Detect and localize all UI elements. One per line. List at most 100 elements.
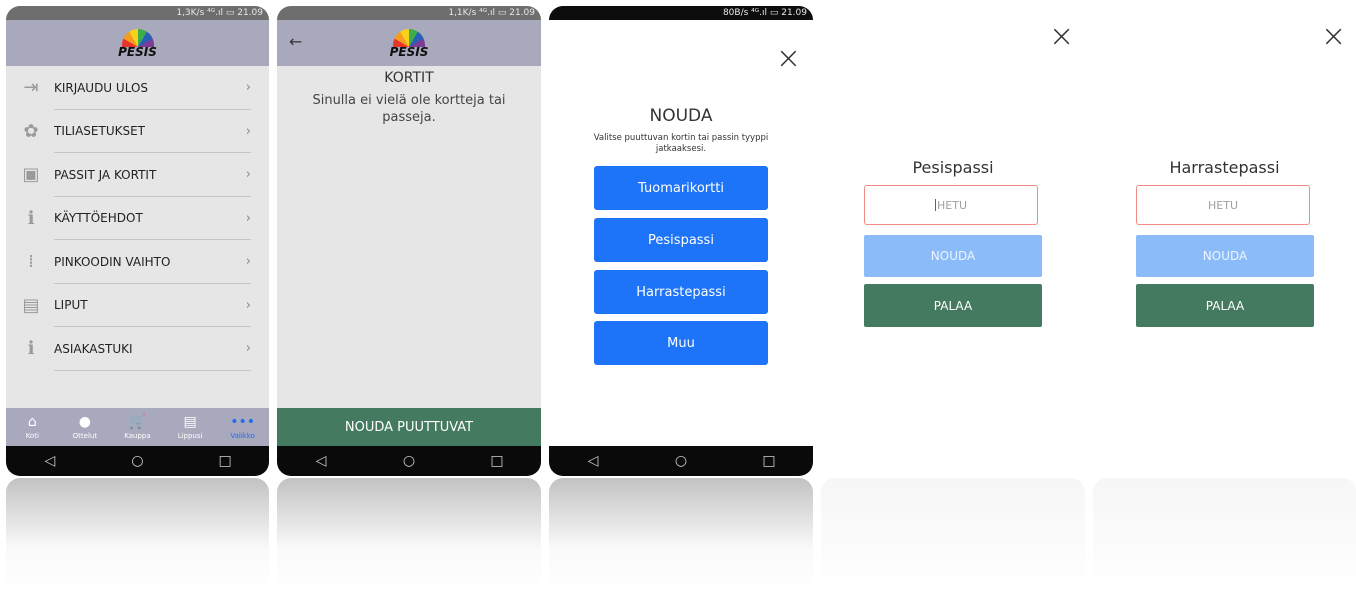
phone-menu-screen: 1,3K/s ⁴ᴳ.ıl ▭ 21.09 PESIS ⇥ KIRJAUDU UL… <box>6 6 269 476</box>
nav-home-icon[interactable]: ○ <box>399 453 419 469</box>
app-header: ← PESIS <box>277 20 541 66</box>
menu-item-label: TILIASETUKSET <box>54 124 146 139</box>
tab-label: Valikko <box>230 432 255 440</box>
fetch-missing-button[interactable]: NOUDA PUUTTUVAT <box>277 408 541 446</box>
back-arrow-icon[interactable]: ← <box>289 32 302 51</box>
nav-home-icon[interactable]: ○ <box>127 453 147 469</box>
nav-recents-icon[interactable]: □ <box>487 453 507 469</box>
logout-icon: ⇥ <box>23 77 39 99</box>
phone-fetch-screen: 80B/s ⁴ᴳ.ıl ▭ 21.09 × NOUDA Valitse puut… <box>549 6 813 476</box>
bottom-tab-bar: ⌂ Koti ● Ottelut 🛒 Kauppa ▤ Lippusi ••• … <box>6 408 269 446</box>
nav-back-icon[interactable]: ◁ <box>40 453 60 469</box>
back-button[interactable]: PALAA <box>1136 284 1314 327</box>
status-bar: 1,3K/s ⁴ᴳ.ıl ▭ 21.09 <box>6 6 269 20</box>
tab-shop[interactable]: 🛒 Kauppa <box>112 408 162 446</box>
chevron-right-icon: › <box>245 254 251 270</box>
hetu-input[interactable]: HETU <box>1136 185 1310 225</box>
gear-icon: ✿ <box>23 120 39 142</box>
menu-item-account-settings[interactable]: ✿ TILIASETUKSET › <box>6 110 269 154</box>
form-title: Harrastepassi <box>1169 158 1280 177</box>
tab-label: Kauppa <box>124 432 151 440</box>
tab-menu[interactable]: ••• Valikko <box>218 408 268 446</box>
tab-label: Ottelut <box>72 432 98 440</box>
form-reflection <box>821 478 1085 596</box>
chevron-right-icon: › <box>245 167 251 183</box>
menu-item-tickets[interactable]: ▤ LIPUT › <box>6 284 269 328</box>
hetu-input[interactable]: HETU <box>864 185 1038 225</box>
hobby-pass-button[interactable]: Harrastepassi <box>594 270 768 314</box>
phone-reflection <box>549 478 813 596</box>
text-cursor <box>935 199 936 211</box>
logo-fan-icon <box>393 28 425 47</box>
android-nav-bar: ◁ ○ □ <box>6 446 269 476</box>
close-icon[interactable]: × <box>1049 22 1074 52</box>
close-icon[interactable]: × <box>1321 22 1346 52</box>
android-nav-bar: ◁ ○ □ <box>549 446 813 476</box>
tab-home[interactable]: ⌂ Koti <box>7 408 57 446</box>
nav-home-icon[interactable]: ○ <box>671 453 691 469</box>
ticket-icon: ▤ <box>183 414 197 430</box>
settings-menu: ⇥ KIRJAUDU ULOS › ✿ TILIASETUKSET › ▣ PA… <box>6 66 269 371</box>
status-bar: 80B/s ⁴ᴳ.ıl ▭ 21.09 <box>549 6 813 20</box>
logo-fan-icon <box>121 28 154 47</box>
empty-message: Sinulla ei vielä ole kortteja tai passej… <box>312 93 506 125</box>
phone-reflection <box>277 478 541 596</box>
pesis-pass-form: × Pesispassi HETU NOUDA PALAA <box>821 0 1085 476</box>
menu-item-logout[interactable]: ⇥ KIRJAUDU ULOS › <box>6 66 269 110</box>
pesis-pass-button[interactable]: Pesispassi <box>594 218 768 262</box>
phone-reflection <box>6 478 269 596</box>
nav-recents-icon[interactable]: □ <box>759 453 779 469</box>
page-title: KORTIT <box>384 70 434 86</box>
keypad-icon: ⁞ <box>28 251 34 273</box>
tab-tickets[interactable]: ▤ Lippusi <box>165 408 215 446</box>
logo-text: PESIS <box>118 44 157 59</box>
pesis-logo: PESIS <box>389 28 429 59</box>
nav-back-icon[interactable]: ◁ <box>311 453 331 469</box>
form-reflection <box>1093 478 1356 596</box>
fetch-button[interactable]: NOUDA <box>1136 235 1314 277</box>
home-icon: ⌂ <box>27 414 37 430</box>
logo-text: PESIS <box>389 44 429 59</box>
menu-item-support[interactable]: ℹ ASIAKASTUKI › <box>6 327 269 371</box>
chevron-right-icon: › <box>245 210 251 226</box>
nav-back-icon[interactable]: ◁ <box>583 453 603 469</box>
menu-item-pin-change[interactable]: ⁞ PINKOODIN VAIHTO › <box>6 240 269 284</box>
pesis-logo: PESIS <box>118 28 157 59</box>
tab-label: Lippusi <box>177 432 203 440</box>
page-title: NOUDA <box>649 106 713 126</box>
close-icon[interactable]: × <box>776 44 801 74</box>
menu-item-label: PINKOODIN VAIHTO <box>54 254 171 269</box>
chevron-right-icon: › <box>245 297 251 313</box>
tab-matches[interactable]: ● Ottelut <box>60 408 110 446</box>
hetu-placeholder: HETU <box>1208 198 1238 212</box>
ball-icon: ● <box>78 414 91 430</box>
chevron-right-icon: › <box>245 123 251 139</box>
app-header: PESIS <box>6 20 269 66</box>
menu-item-label: KIRJAUDU ULOS <box>54 80 149 95</box>
info-icon: ℹ <box>27 207 35 229</box>
fetch-button[interactable]: NOUDA <box>864 235 1042 277</box>
menu-item-label: PASSIT JA KORTIT <box>54 167 157 182</box>
menu-item-label: KÄYTTÖEHDOT <box>54 211 143 226</box>
back-button[interactable]: PALAA <box>864 284 1042 327</box>
phone-cards-screen: 1,1K/s ⁴ᴳ.ıl ▭ 21.09 ← PESIS KORTIT Sinu… <box>277 6 541 476</box>
more-icon: ••• <box>230 414 256 430</box>
android-nav-bar: ◁ ○ □ <box>277 446 541 476</box>
hobby-pass-form: × Harrastepassi HETU NOUDA PALAA <box>1093 0 1356 476</box>
info-icon: ℹ <box>27 338 35 360</box>
hetu-placeholder: HETU <box>937 198 967 212</box>
other-button[interactable]: Muu <box>594 321 768 365</box>
form-title: Pesispassi <box>912 158 994 177</box>
menu-item-passes-cards[interactable]: ▣ PASSIT JA KORTIT › <box>6 153 269 197</box>
nav-recents-icon[interactable]: □ <box>215 453 235 469</box>
chevron-right-icon: › <box>245 80 251 96</box>
instruction-text: Valitse puuttuvan kortin tai passin tyyp… <box>593 133 769 154</box>
referee-card-button[interactable]: Tuomarikortti <box>594 166 768 210</box>
cart-icon: 🛒 <box>128 414 147 430</box>
tab-label: Koti <box>25 432 39 440</box>
status-bar: 1,1K/s ⁴ᴳ.ıl ▭ 21.09 <box>277 6 541 20</box>
menu-item-terms[interactable]: ℹ KÄYTTÖEHDOT › <box>6 197 269 241</box>
ticket-icon: ▤ <box>22 294 40 316</box>
menu-item-label: ASIAKASTUKI <box>54 341 133 356</box>
id-card-icon: ▣ <box>22 164 40 186</box>
